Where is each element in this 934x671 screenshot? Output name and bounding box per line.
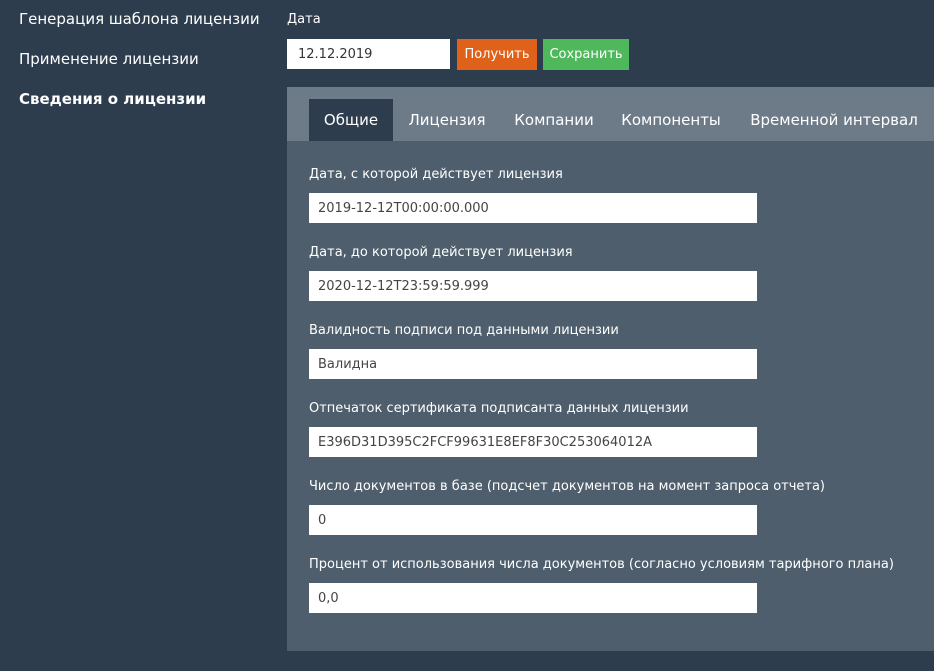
license-info-panel: Общие Лицензия Компании Компоненты Време… (287, 87, 934, 651)
valid-to-label: Дата, до которой действует лицензия (309, 245, 573, 260)
save-button[interactable]: Сохранить (543, 39, 629, 70)
date-label: Дата (287, 12, 321, 27)
tab-companies[interactable]: Компании (503, 99, 605, 141)
tab-license[interactable]: Лицензия (397, 99, 497, 141)
nav-item-template-generation[interactable]: Генерация шаблона лицензии (19, 10, 260, 28)
tab-time-interval[interactable]: Временной интервал (739, 99, 929, 141)
cert-thumbprint-field[interactable] (309, 427, 757, 457)
signature-validity-field[interactable] (309, 349, 757, 379)
tab-bar: Общие Лицензия Компании Компоненты Време… (287, 87, 934, 141)
document-usage-percent-field[interactable] (309, 583, 757, 613)
valid-from-field[interactable] (309, 193, 757, 223)
document-count-label: Число документов в базе (подсчет докумен… (309, 479, 826, 494)
nav-item-license-info[interactable]: Сведения о лицензии (19, 90, 206, 108)
document-count-field[interactable] (309, 505, 757, 535)
cert-thumbprint-label: Отпечаток сертификата подписанта данных … (309, 401, 689, 416)
tab-components[interactable]: Компоненты (611, 99, 731, 141)
tab-general[interactable]: Общие (309, 99, 393, 141)
get-button[interactable]: Получить (457, 39, 537, 70)
valid-from-label: Дата, с которой действует лицензия (309, 167, 563, 182)
document-usage-percent-label: Процент от использования числа документо… (309, 557, 894, 572)
valid-to-field[interactable] (309, 271, 757, 301)
date-input[interactable] (287, 39, 450, 69)
nav-item-license-apply[interactable]: Применение лицензии (19, 50, 199, 68)
signature-validity-label: Валидность подписи под данными лицензии (309, 323, 619, 338)
license-page: Генерация шаблона лицензии Применение ли… (0, 0, 934, 671)
